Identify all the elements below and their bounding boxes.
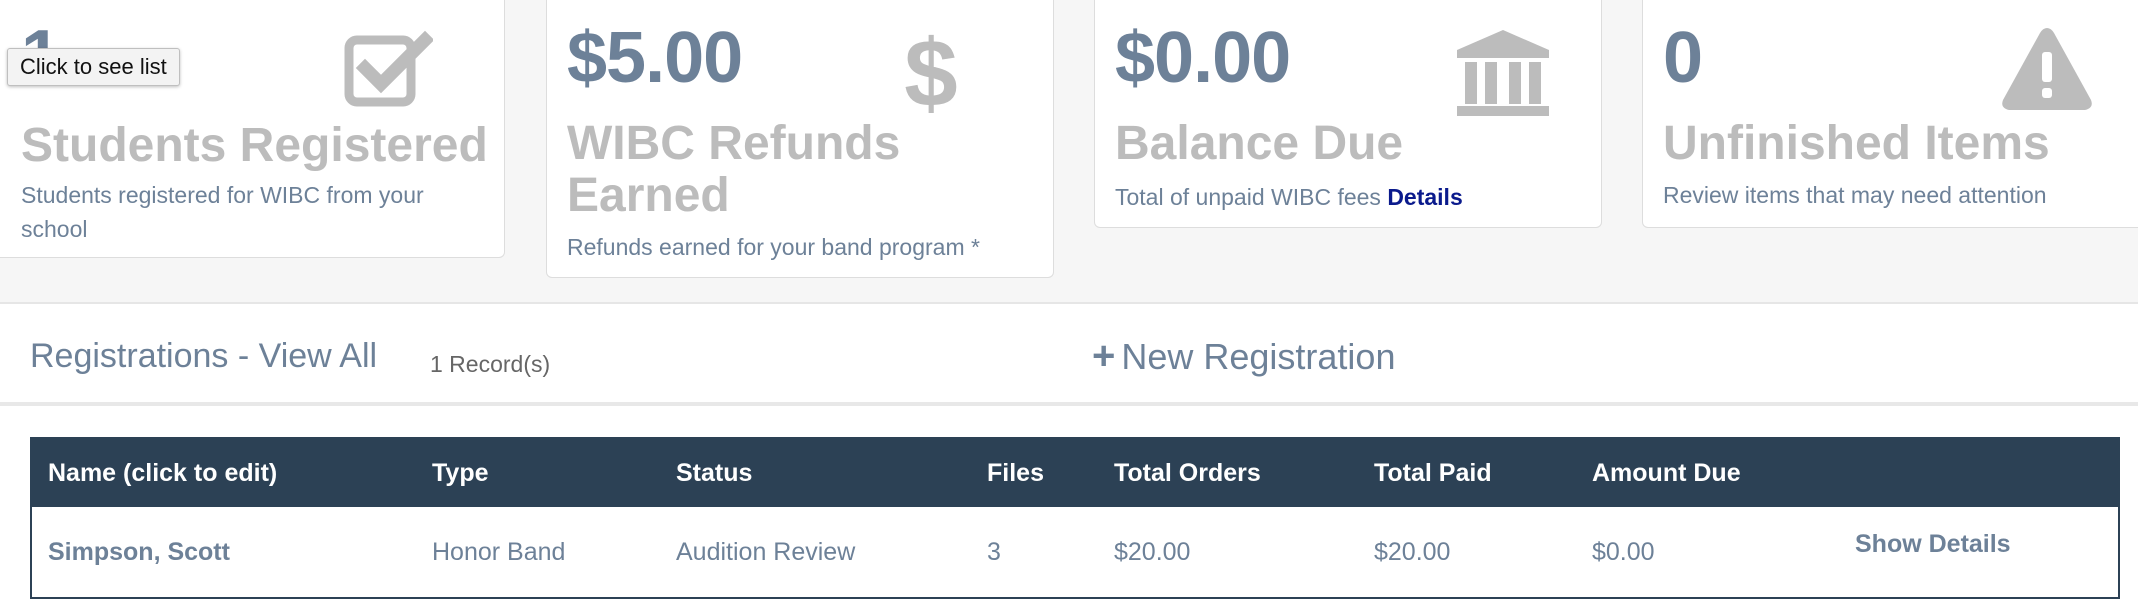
registration-total-orders: $20.00 (1098, 507, 1358, 599)
unfinished-items-title: Unfinished Items (1663, 117, 2050, 170)
registration-actions-cell: Show Details (1839, 507, 2119, 599)
bank-icon (1453, 28, 1553, 125)
column-header-type: Type (416, 438, 660, 507)
unfinished-items-value: 0 (1663, 18, 1703, 98)
record-count: 1 Record(s) (430, 351, 551, 377)
column-header-status: Status (660, 438, 971, 507)
stats-band: 1 Students Registered Students registere… (0, 0, 2138, 304)
unfinished-items-desc: Review items that may need attention (1663, 182, 2047, 208)
students-registered-desc: Students registered for WIBC from your s… (21, 182, 424, 242)
show-details-button[interactable]: Show Details (1855, 530, 2011, 558)
column-header-name: Name (click to edit) (31, 438, 416, 507)
registration-name-link[interactable]: Simpson, Scott (31, 507, 416, 599)
registration-status: Audition Review (660, 507, 971, 599)
refunds-earned-desc: Refunds earned for your band program * (567, 234, 980, 260)
new-registration-label: New Registration (1121, 336, 1396, 377)
registration-amount-due: $0.00 (1576, 507, 1839, 599)
column-header-files: Files (971, 438, 1098, 507)
new-registration-button[interactable]: + New Registration (1092, 336, 1395, 377)
registrations-table: Name (click to edit) Type Status Files T… (30, 437, 2120, 599)
students-registered-card[interactable]: 1 Students Registered Students registere… (0, 0, 505, 258)
svg-text:$: $ (904, 24, 957, 120)
registrations-header: Registrations - View All 1 Record(s) + Ne… (0, 304, 2138, 406)
balance-details-link[interactable]: Details (1387, 184, 1462, 210)
warning-icon (1999, 24, 2095, 119)
refunds-earned-card[interactable]: $5.00 $ WIBC Refunds Earned Refunds earn… (546, 0, 1054, 278)
registration-files: 3 (971, 507, 1098, 599)
students-registered-title: Students Registered (21, 119, 488, 172)
column-header-total-paid: Total Paid (1358, 438, 1576, 507)
checkbox-icon (343, 30, 435, 115)
column-header-amount-due: Amount Due (1576, 438, 1839, 507)
plus-icon: + (1092, 334, 1116, 378)
refunds-earned-value: $5.00 (567, 18, 743, 98)
column-header-actions (1839, 438, 2119, 507)
registrations-title[interactable]: Registrations - View All (30, 336, 377, 376)
students-list-tooltip: Click to see list (7, 48, 180, 86)
table-header-row: Name (click to edit) Type Status Files T… (31, 438, 2119, 507)
balance-due-card[interactable]: $0.00 Balance Due Total of unpaid WIBC f… (1094, 0, 1602, 228)
table-row: Simpson, Scott Honor Band Audition Revie… (31, 507, 2119, 599)
unfinished-items-card[interactable]: 0 Unfinished Items Review items that may… (1642, 0, 2138, 228)
registration-type: Honor Band (416, 507, 660, 599)
dollar-icon: $ (901, 20, 961, 127)
refunds-earned-title: WIBC Refunds Earned (567, 117, 901, 222)
balance-due-desc-line: Total of unpaid WIBC fees Details (1115, 180, 1463, 214)
registration-total-paid: $20.00 (1358, 507, 1576, 599)
balance-due-title: Balance Due (1115, 117, 1404, 170)
balance-due-value: $0.00 (1115, 18, 1291, 98)
balance-due-desc: Total of unpaid WIBC fees (1115, 184, 1381, 210)
column-header-total-orders: Total Orders (1098, 438, 1358, 507)
